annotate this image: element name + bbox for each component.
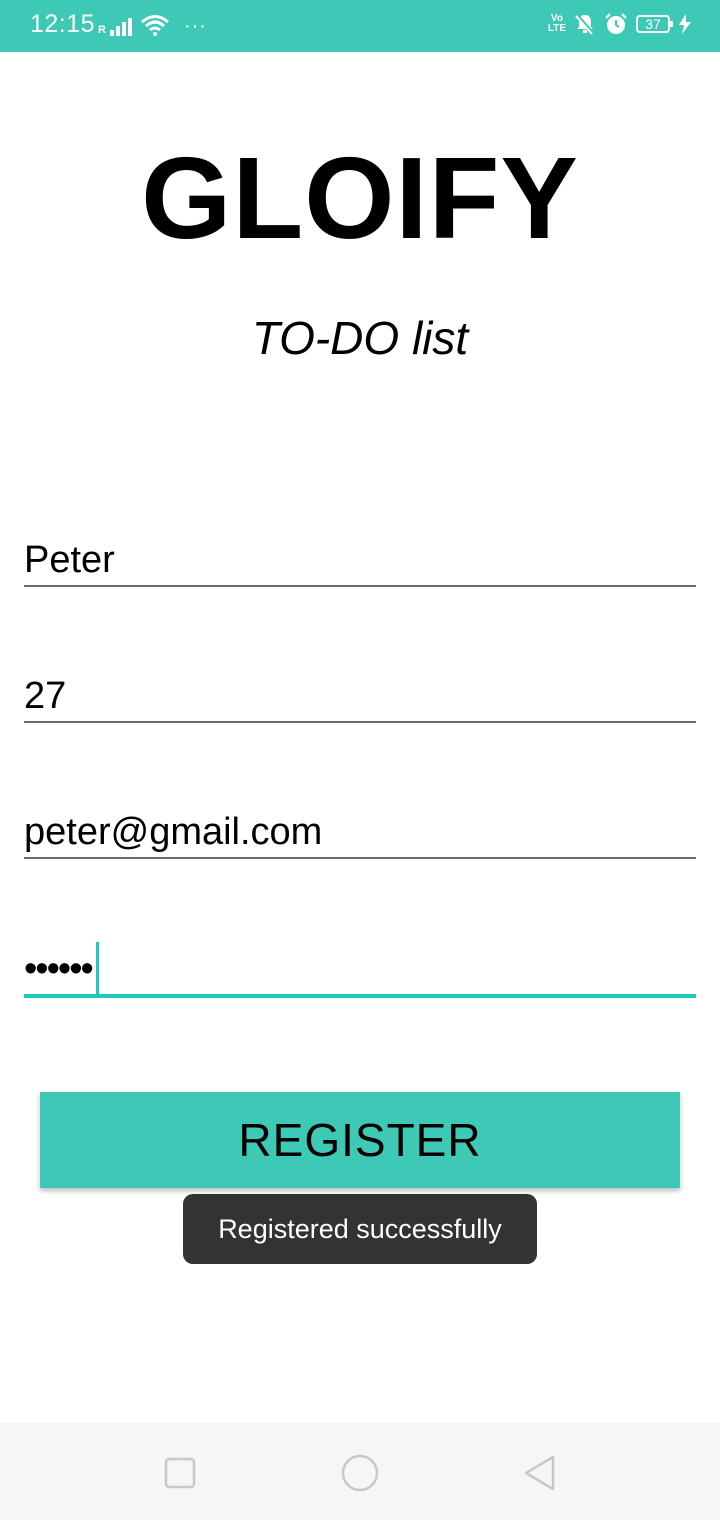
register-button[interactable]: REGISTER (40, 1092, 680, 1188)
recents-icon[interactable] (160, 1453, 200, 1493)
signal-icon: R (98, 14, 132, 36)
status-left-icons: R ··· (98, 14, 207, 36)
email-value: peter@gmail.com (24, 811, 323, 853)
email-field[interactable]: peter@gmail.com (24, 807, 696, 859)
age-value: 27 (24, 675, 67, 717)
battery-icon: 37 (636, 15, 673, 33)
name-field[interactable]: Peter (24, 535, 696, 587)
name-value: Peter (24, 539, 115, 581)
volte-icon: Vo LTE (547, 13, 566, 34)
wifi-icon (140, 15, 169, 36)
password-field[interactable]: •••••• (24, 940, 696, 998)
password-value: •••••• (24, 948, 94, 990)
more-dots-icon: ··· (183, 15, 207, 37)
home-icon[interactable] (340, 1453, 380, 1493)
back-icon[interactable] (520, 1453, 560, 1493)
alarm-icon (605, 13, 627, 34)
status-right-icons: Vo LTE 37 (548, 12, 692, 36)
age-field[interactable]: 27 (24, 671, 696, 723)
charging-icon (679, 14, 691, 34)
app-title: GLOIFY (141, 133, 579, 263)
text-cursor (95, 942, 99, 994)
mute-icon (575, 14, 595, 35)
navigation-bar (0, 1423, 720, 1520)
app-subtitle: TO-DO list (251, 312, 469, 364)
toast-message: Registered successfully (183, 1194, 537, 1264)
status-bar: 12:15 R ··· Vo LTE 37 (0, 0, 720, 52)
status-time: 12:15 (30, 10, 96, 38)
